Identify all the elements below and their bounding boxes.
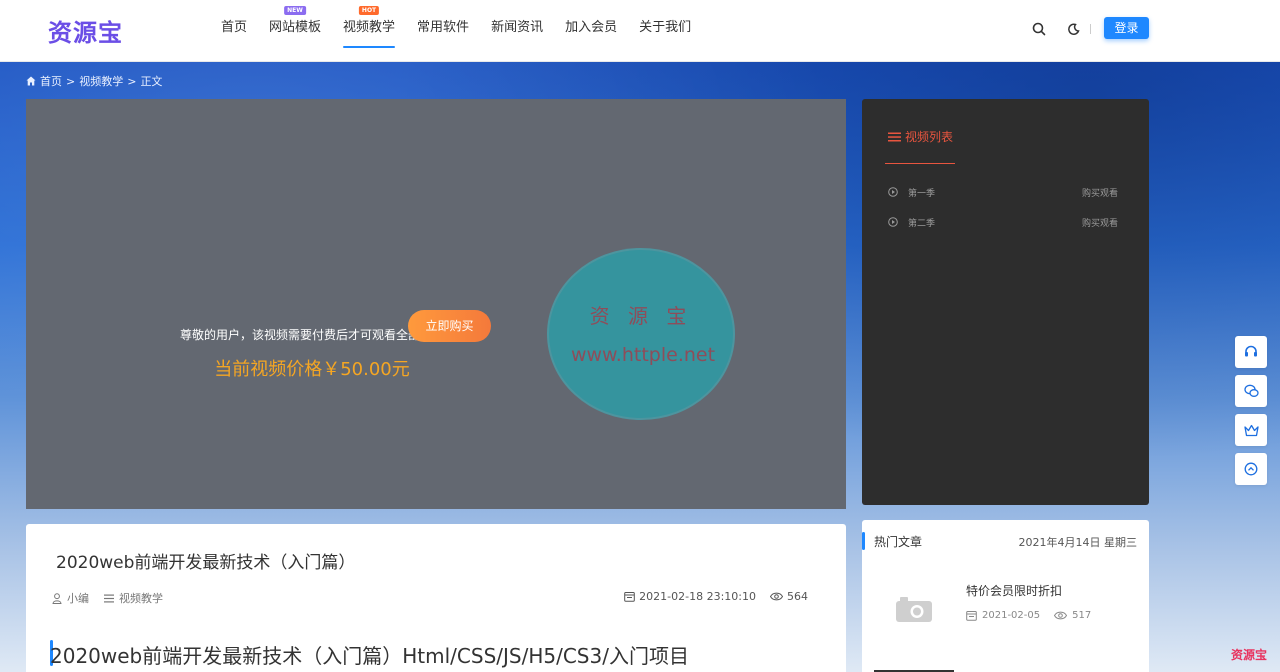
category-meta: 视频教学 <box>104 590 163 606</box>
site-header: 资源宝 首页 NEW 网站模板 HOT 视频教学 常用软件 新闻资讯 加入会员 … <box>0 0 1280 62</box>
nav-item-video-tutorial[interactable]: HOT 视频教学 <box>332 0 406 62</box>
nav-item-label: 加入会员 <box>565 20 618 35</box>
eye-icon <box>1054 611 1068 620</box>
watermark-url: www.httple.net <box>570 344 716 366</box>
nav-item-label: 新闻资讯 <box>491 20 544 35</box>
article-thumbnail[interactable] <box>874 580 954 638</box>
nav-item-software[interactable]: 常用软件 <box>406 0 480 62</box>
nav-item-home[interactable]: 首页 <box>210 0 258 62</box>
list-item[interactable]: 第一季 购买观看 <box>888 184 1118 200</box>
article-meta: 小编 视频教学 <box>52 590 178 606</box>
play-icon <box>888 187 898 197</box>
article-stats: 2021-02-18 23:10:10 564 <box>624 590 808 603</box>
video-list-panel: 视频列表 第一季 购买观看 第二季 购买观看 <box>862 99 1149 505</box>
list-icon <box>888 132 901 141</box>
article-views: 564 <box>787 590 808 603</box>
views-meta: 564 <box>770 590 808 603</box>
nav-item-label: 网站模板 <box>269 20 322 35</box>
widget-title: 热门文章 <box>874 535 923 549</box>
eye-icon <box>770 592 783 601</box>
wechat-button[interactable] <box>1235 375 1267 407</box>
current-date: 2021年4月14日 星期三 <box>1018 536 1138 549</box>
chevron-up-icon <box>1244 462 1258 476</box>
customer-service-button[interactable] <box>1235 336 1267 368</box>
headset-icon <box>1245 345 1257 357</box>
nav-item-label: 关于我们 <box>639 20 692 35</box>
pay-notice: 尊敬的用户，该视频需要付费后才可观看全部内容 <box>179 328 444 342</box>
site-logo[interactable]: 资源宝 <box>48 13 123 48</box>
date-meta: 2021-02-18 23:10:10 <box>624 590 756 603</box>
buy-watch-link[interactable]: 购买观看 <box>1082 216 1118 229</box>
video-price: 当前视频价格￥50.00元 <box>214 359 410 380</box>
back-to-top-button[interactable] <box>1235 453 1267 485</box>
list-item[interactable]: 第二季 购买观看 <box>888 214 1118 230</box>
article-category[interactable]: 视频教学 <box>119 590 163 606</box>
login-button[interactable]: 登录 <box>1104 17 1149 39</box>
title-underline <box>885 163 955 164</box>
article-heading: 2020web前端开发最新技术（入门篇）Html/CSS/JS/H5/CS3/入… <box>50 644 689 668</box>
nav-item-label: 视频教学 <box>343 20 396 35</box>
breadcrumb-home[interactable]: 首页 <box>40 73 62 89</box>
author-meta: 小编 <box>52 590 89 606</box>
buy-now-button[interactable]: 立即购买 <box>408 310 491 342</box>
breadcrumb-separator: > <box>127 74 137 88</box>
episode-label: 第一季 <box>908 188 936 199</box>
nav-item-label: 首页 <box>221 20 248 35</box>
views-meta: 517 <box>1054 610 1091 621</box>
nav-item-label: 常用软件 <box>417 20 470 35</box>
article-datetime: 2021-02-18 23:10:10 <box>639 590 756 603</box>
tool-divider <box>1090 24 1091 34</box>
dark-mode-icon[interactable] <box>1062 18 1084 40</box>
corner-brand: 资源宝 <box>1231 648 1268 662</box>
video-list-title-text: 视频列表 <box>905 130 954 144</box>
hot-badge: HOT <box>358 6 380 15</box>
main-nav: 首页 NEW 网站模板 HOT 视频教学 常用软件 新闻资讯 加入会员 关于我们 <box>210 0 702 62</box>
episode-label: 第二季 <box>908 218 936 229</box>
hot-article-meta: 2021-02-05 517 <box>966 610 1091 621</box>
calendar-icon <box>966 611 977 621</box>
crown-icon <box>1243 424 1259 436</box>
home-icon <box>26 76 36 86</box>
breadcrumb-category[interactable]: 视频教学 <box>79 73 123 89</box>
nav-item-news[interactable]: 新闻资讯 <box>480 0 554 62</box>
hot-article-title[interactable]: 特价会员限时折扣 <box>966 582 1062 599</box>
wechat-icon <box>1243 384 1259 397</box>
user-icon <box>52 592 62 604</box>
list-icon <box>104 594 114 602</box>
nav-item-membership[interactable]: 加入会员 <box>554 0 628 62</box>
watermark-seal: 资 源 宝 www.httple.net <box>547 248 735 420</box>
breadcrumb-separator: > <box>66 74 76 88</box>
new-badge: NEW <box>284 6 306 15</box>
nav-item-templates[interactable]: NEW 网站模板 <box>258 0 332 62</box>
watermark-name: 资 源 宝 <box>589 304 693 328</box>
breadcrumb-current: 正文 <box>140 75 163 88</box>
nav-item-about[interactable]: 关于我们 <box>628 0 702 62</box>
buy-watch-link[interactable]: 购买观看 <box>1082 186 1118 199</box>
video-list-title: 视频列表 <box>888 128 953 145</box>
author-name[interactable]: 小编 <box>67 590 89 606</box>
search-icon[interactable] <box>1028 18 1050 40</box>
camera-icon <box>896 597 932 622</box>
article-card: 2020web前端开发最新技术（入门篇） 小编 视频教学 2021-02-18 … <box>26 524 846 672</box>
hot-articles-widget: 热门文章 2021年4月14日 星期三 特价会员限时折扣 2021-02-05 … <box>862 520 1149 672</box>
header-tools <box>1028 18 1099 40</box>
widget-accent-bar <box>862 532 865 550</box>
play-icon <box>888 217 898 227</box>
vip-button[interactable] <box>1235 414 1267 446</box>
floating-toolbar <box>1235 336 1267 492</box>
date-meta: 2021-02-05 <box>966 610 1040 621</box>
hot-article-date: 2021-02-05 <box>982 610 1041 621</box>
calendar-icon <box>624 592 635 602</box>
article-title: 2020web前端开发最新技术（入门篇） <box>56 553 356 573</box>
breadcrumb: 首页 > 视频教学 > 正文 <box>26 73 162 89</box>
hot-article-views: 517 <box>1072 610 1092 621</box>
